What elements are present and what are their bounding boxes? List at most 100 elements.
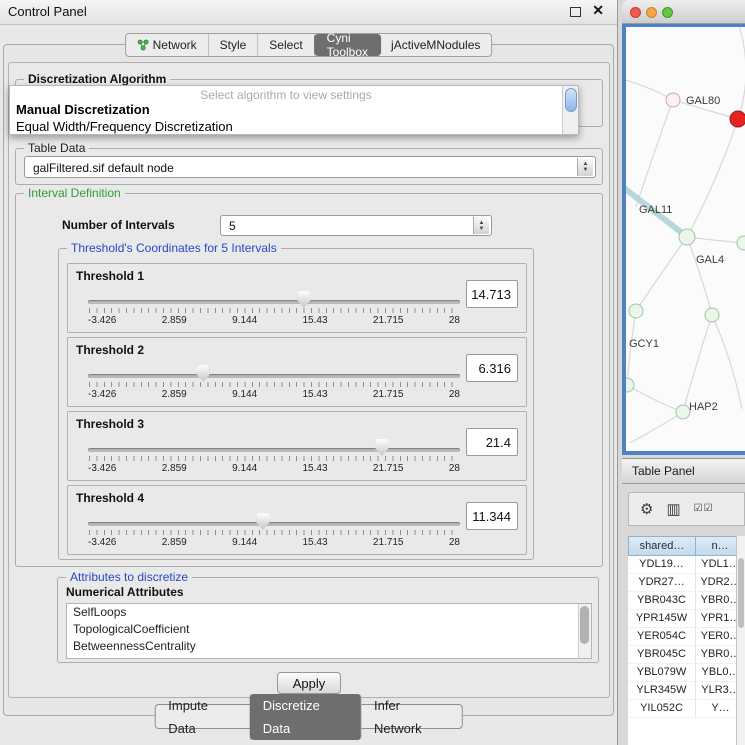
combo-stepper-icon[interactable]: ▲▼ (577, 158, 593, 176)
columns-icon[interactable]: ▥ (666, 502, 680, 517)
combo-stepper-icon[interactable]: ▲▼ (473, 217, 489, 234)
table-row[interactable]: YLR345WYLR3… (628, 682, 745, 700)
num-intervals-label: Number of Intervals (62, 218, 175, 232)
node-circle[interactable] (705, 308, 719, 322)
zoom-traffic-light-icon[interactable] (662, 7, 673, 18)
threshold-4-value-field[interactable] (466, 502, 518, 530)
table-row[interactable]: YDL19…YDL1… (628, 556, 745, 574)
table-row[interactable]: YIL052CY… (628, 700, 745, 718)
algorithm-group-legend: Discretization Algorithm (24, 72, 170, 86)
node-circle[interactable] (676, 405, 690, 419)
top-tab-bar: Network Style Select Cyni Toolbox jActiv… (125, 33, 493, 57)
bottom-tab-bar: Impute Data Discretize Data Infer Networ… (154, 704, 463, 729)
node-label: GAL80 (686, 95, 720, 107)
slider-track[interactable] (88, 374, 460, 378)
slider-track[interactable] (88, 300, 460, 304)
slider-thumb[interactable] (297, 291, 310, 308)
threshold-1-value-field[interactable] (466, 280, 518, 308)
slider-ticks (89, 530, 459, 535)
table-cell[interactable]: YDR27… (628, 574, 696, 591)
attributes-group: Attributes to discretize Numerical Attri… (57, 577, 599, 663)
select-columns-icon[interactable]: ☑☑ (694, 504, 714, 514)
gear-icon[interactable]: ⚙ (640, 502, 653, 517)
thresholds-legend: Threshold's Coordinates for 5 Intervals (67, 241, 281, 255)
threshold-3-slider[interactable]: -3.4262.8599.14415.4321.71528 (88, 434, 460, 478)
threshold-4-label: Threshold 4 (76, 491, 144, 505)
tab-style[interactable]: Style (209, 34, 259, 56)
table-row[interactable]: YBR043CYBR0… (628, 592, 745, 610)
threshold-1-slider[interactable]: -3.4262.8599.14415.4321.71528 (88, 286, 460, 330)
apply-button[interactable]: Apply (277, 672, 341, 694)
table-cell[interactable]: YBR043C (628, 592, 696, 609)
control-panel-title: Control Panel (8, 0, 87, 24)
tab-select[interactable]: Select (258, 34, 314, 56)
threshold-2-slider[interactable]: -3.4262.8599.14415.4321.71528 (88, 360, 460, 404)
list-item[interactable]: BetweennessCentrality (67, 638, 591, 655)
close-traffic-light-icon[interactable] (630, 7, 641, 18)
table-cell[interactable]: YER054C (628, 628, 696, 645)
table-scrollbar[interactable] (736, 536, 745, 745)
tab-select-label: Select (269, 38, 302, 52)
discretize-panel: Discretization Algorithm Select algorith… (8, 62, 610, 698)
algorithm-placeholder-option[interactable]: Select algorithm to view settings (10, 88, 562, 102)
column-header-shared-name[interactable]: shared… (628, 536, 696, 556)
threshold-4-box: Threshold 4 -3.4262.8599.14415.4321.7152… (67, 485, 527, 555)
threshold-4-slider[interactable]: -3.4262.8599.14415.4321.71528 (88, 508, 460, 552)
node-label: HAP2 (689, 401, 718, 413)
list-item[interactable]: SelfLoops (67, 604, 591, 621)
table-row[interactable]: YBR045CYBR0… (628, 646, 745, 664)
tab-infer-network[interactable]: Infer Network (361, 694, 462, 740)
table-cell[interactable]: YDL19… (628, 556, 696, 573)
algorithm-option-manual[interactable]: Manual Discretization (16, 102, 150, 117)
tick-label: -3.426 (88, 537, 116, 548)
threshold-1-label: Threshold 1 (76, 269, 144, 283)
table-row[interactable]: YPR145WYPR1… (628, 610, 745, 628)
network-graph: GAL80 GAL11 GAL4 GCY1 HAP2 (626, 27, 745, 451)
tab-cyni-toolbox[interactable]: Cyni Toolbox (314, 34, 381, 56)
dropdown-scrollbar-thumb[interactable] (565, 88, 577, 112)
list-item[interactable]: TopologicalCoefficient (67, 621, 591, 638)
tab-jactivemodules[interactable]: jActiveMNodules (380, 34, 491, 56)
table-cell[interactable]: YPR145W (628, 610, 696, 627)
tab-discretize-data[interactable]: Discretize Data (250, 694, 362, 740)
dropdown-scrollbar[interactable] (562, 86, 578, 134)
close-icon[interactable]: ✕ (592, 2, 604, 19)
table-data-combobox[interactable]: galFiltered.sif default node ▲▼ (24, 156, 596, 178)
node-circle[interactable] (629, 304, 643, 318)
table-cell[interactable]: YIL052C (628, 700, 696, 717)
slider-thumb[interactable] (256, 513, 269, 530)
network-view[interactable]: GAL80 GAL11 GAL4 GCY1 HAP2 (626, 27, 745, 451)
table-row[interactable]: YBL079WYBL0… (628, 664, 745, 682)
interval-definition-group: Interval Definition Number of Intervals … (15, 193, 603, 567)
float-window-icon[interactable] (570, 7, 581, 17)
node-label: GAL4 (696, 254, 724, 266)
attributes-scrollbar-thumb[interactable] (580, 606, 589, 644)
slider-track[interactable] (88, 522, 460, 526)
slider-track[interactable] (88, 448, 460, 452)
node-circle[interactable] (679, 229, 695, 245)
tab-impute-data[interactable]: Impute Data (155, 694, 251, 740)
table-cell[interactable]: YLR345W (628, 682, 696, 699)
threshold-3-box: Threshold 3 -3.4262.8599.14415.4321.7152… (67, 411, 527, 481)
algorithm-option-equal-width[interactable]: Equal Width/Frequency Discretization (16, 119, 233, 134)
slider-tick-labels: -3.4262.8599.14415.4321.71528 (88, 315, 460, 326)
table-cell[interactable]: YBL079W (628, 664, 696, 681)
threshold-3-value-field[interactable] (466, 428, 518, 456)
node-circle[interactable] (737, 236, 745, 250)
tab-network[interactable]: Network (126, 34, 209, 56)
minimize-traffic-light-icon[interactable] (646, 7, 657, 18)
table-row[interactable]: YER054CYER0… (628, 628, 745, 646)
node-circle[interactable] (666, 93, 680, 107)
node-circle[interactable] (626, 378, 634, 392)
table-scrollbar-thumb[interactable] (738, 558, 744, 628)
tick-label: 9.144 (232, 315, 257, 326)
slider-tick-labels: -3.4262.8599.14415.4321.71528 (88, 463, 460, 474)
selected-node-circle[interactable] (730, 111, 745, 127)
slider-thumb[interactable] (197, 365, 210, 382)
threshold-2-value-field[interactable] (466, 354, 518, 382)
slider-thumb[interactable] (375, 439, 388, 456)
attributes-scrollbar[interactable] (578, 604, 591, 658)
table-row[interactable]: YDR27…YDR2… (628, 574, 745, 592)
num-intervals-combobox[interactable]: 5 ▲▼ (220, 215, 492, 236)
table-cell[interactable]: YBR045C (628, 646, 696, 663)
